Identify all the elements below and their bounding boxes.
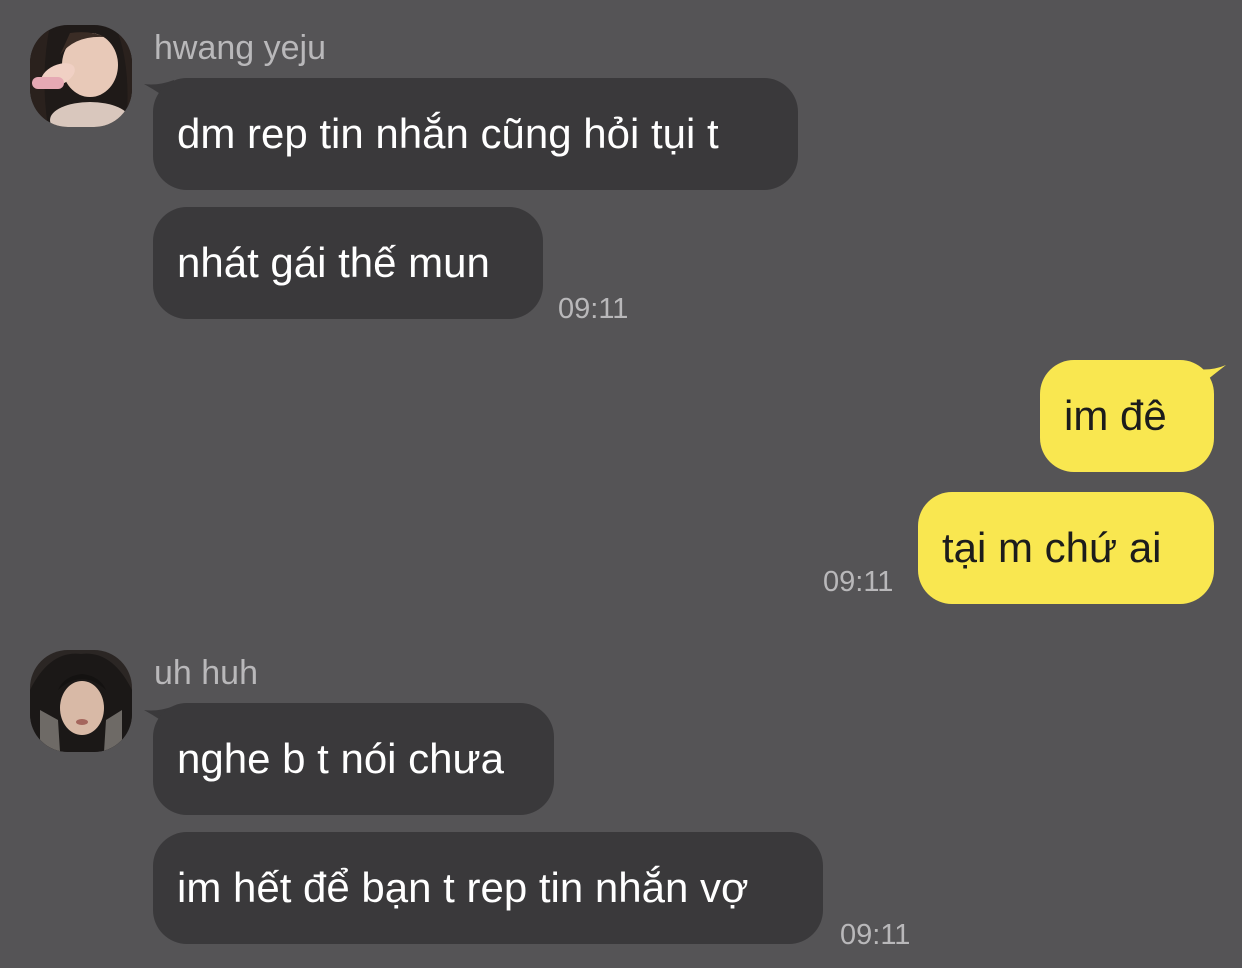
avatar-hwang-yeju[interactable]: [30, 25, 132, 127]
message-bubble-incoming[interactable]: im hết để bạn t rep tin nhắn vợ: [153, 832, 823, 944]
message-bubble-outgoing[interactable]: im đê: [1040, 360, 1214, 472]
profile-photo-icon: [30, 650, 132, 752]
message-text: tại m chứ ai: [942, 524, 1162, 571]
message-timestamp: 09:11: [840, 919, 911, 951]
message-text: nghe b t nói chưa: [177, 735, 505, 782]
avatar-uh-huh[interactable]: [30, 650, 132, 752]
message-text: im hết để bạn t rep tin nhắn vợ: [177, 864, 749, 911]
sender-name: uh huh: [154, 654, 258, 692]
message-bubble-incoming[interactable]: nghe b t nói chưa: [153, 703, 554, 815]
message-timestamp: 09:11: [823, 566, 894, 598]
message-timestamp: 09:11: [558, 293, 629, 325]
profile-photo-icon: [30, 25, 132, 127]
message-text: nhát gái thế mun: [177, 239, 490, 286]
message-bubble-incoming[interactable]: nhát gái thế mun: [153, 207, 543, 319]
sender-name: hwang yeju: [154, 29, 327, 67]
message-text: dm rep tin nhắn cũng hỏi tụi t: [177, 110, 719, 157]
message-text: im đê: [1064, 392, 1167, 439]
message-bubble-outgoing[interactable]: tại m chứ ai: [918, 492, 1214, 604]
message-bubble-incoming[interactable]: dm rep tin nhắn cũng hỏi tụi t: [153, 78, 798, 190]
